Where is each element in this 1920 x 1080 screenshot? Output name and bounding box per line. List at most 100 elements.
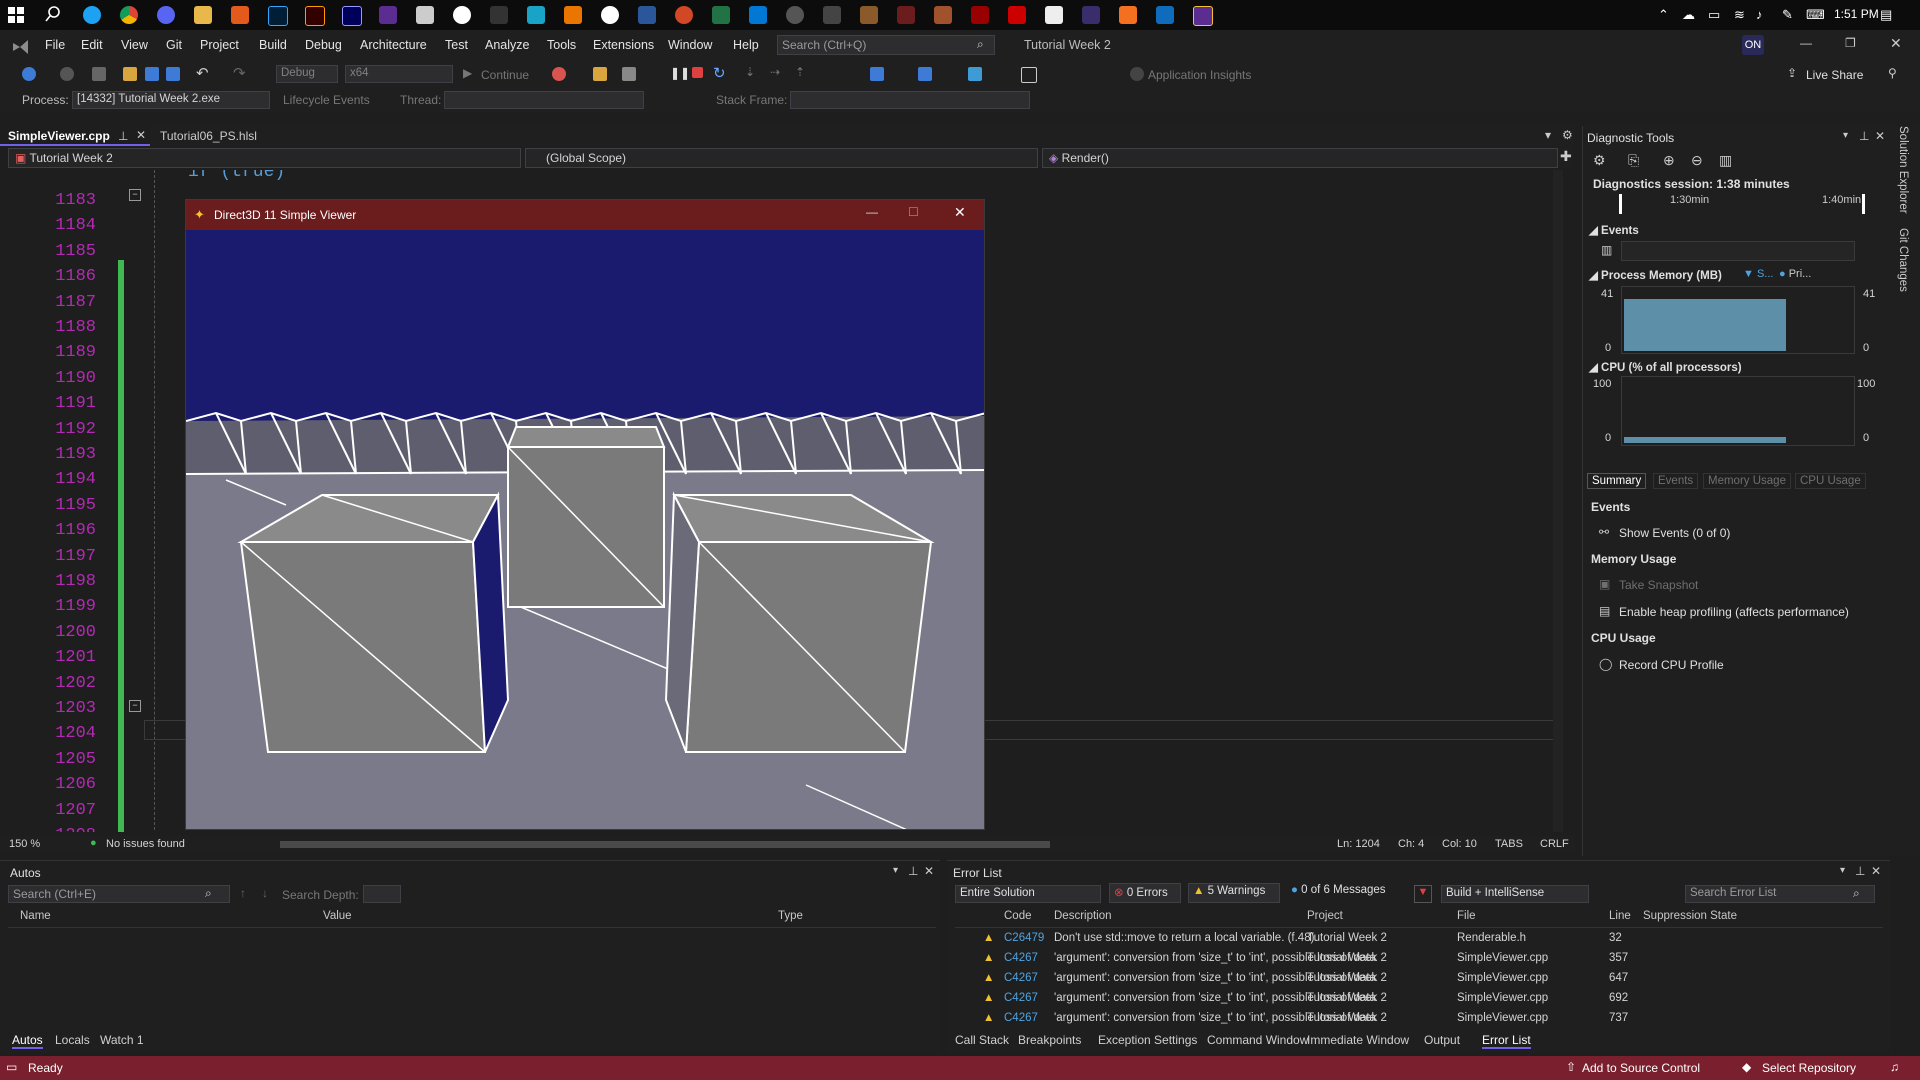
live-share-button[interactable]: Live Share (1806, 68, 1863, 82)
tab-error-list[interactable]: Error List (1482, 1033, 1531, 1049)
tab-autos[interactable]: Autos (12, 1033, 43, 1049)
matlab-icon[interactable] (231, 6, 249, 24)
reset-zoom-icon[interactable]: ▥ (1719, 152, 1732, 169)
tab-solution-explorer[interactable]: Solution Explorer (1897, 126, 1909, 214)
table-row[interactable]: ▲ C4267 'argument': conversion from 'siz… (955, 949, 1883, 969)
snipping-tool-icon[interactable] (416, 6, 434, 24)
table-row[interactable]: ▲ C4267 'argument': conversion from 'siz… (955, 1009, 1883, 1029)
collapse-icon[interactable]: − (129, 189, 141, 201)
blender-icon[interactable] (564, 6, 582, 24)
vertical-scrollbar[interactable] (1553, 170, 1563, 832)
zoom-in-icon[interactable]: ⊕ (1663, 152, 1675, 169)
menu-window[interactable]: Window (668, 38, 712, 52)
menu-git[interactable]: Git (166, 38, 182, 52)
discord-icon[interactable] (157, 6, 175, 24)
menu-file[interactable]: File (45, 38, 65, 52)
github-icon[interactable] (601, 6, 619, 24)
member-select[interactable]: ◈ Render() (1042, 148, 1558, 168)
build-filter-select[interactable]: Build + IntelliSense (1441, 885, 1589, 903)
app-icon[interactable] (527, 6, 545, 24)
save-all-icon[interactable] (166, 67, 180, 81)
cloud-icon[interactable]: ☁ (1682, 7, 1695, 23)
photoshop-icon[interactable] (268, 6, 288, 26)
tab-git-changes[interactable]: Git Changes (1897, 228, 1909, 292)
bookmark-icon[interactable] (1021, 67, 1037, 83)
back-icon[interactable] (22, 67, 36, 81)
enable-heap-profiling-button[interactable]: Enable heap profiling (affects performan… (1619, 605, 1849, 619)
error-code[interactable]: C26479 (1004, 932, 1044, 944)
error-search-input[interactable]: Search Error List (1685, 885, 1875, 903)
tab-call-stack[interactable]: Call Stack (955, 1033, 1009, 1047)
timeline-ruler[interactable]: 1:30min 1:40min (1619, 194, 1865, 214)
tab-simpleviewer-cpp[interactable]: SimpleViewer.cpp ⊥ ✕ (0, 126, 150, 146)
project-select[interactable]: ▣ Tutorial Week 2 (8, 148, 521, 168)
redo-icon[interactable]: ↷ (233, 64, 246, 82)
close-icon[interactable]: ✕ (1875, 129, 1885, 143)
restore-icon[interactable]: ❐ (1845, 36, 1856, 50)
windows-start-icon[interactable] (8, 7, 24, 23)
close-icon[interactable]: ✕ (136, 128, 146, 142)
app-icon-5[interactable] (934, 6, 952, 24)
new-project-icon[interactable] (92, 67, 106, 81)
obs-icon[interactable] (786, 6, 804, 24)
menu-project[interactable]: Project (200, 38, 239, 52)
menu-extensions[interactable]: Extensions (593, 38, 654, 52)
platform-select[interactable]: x64 (345, 65, 453, 83)
stack-frame-select[interactable] (790, 91, 1030, 109)
notifications-icon[interactable]: ♫ (1890, 1060, 1899, 1074)
tab-tutorial06-ps-hlsl[interactable]: Tutorial06_PS.hlsl (152, 126, 292, 146)
menu-view[interactable]: View (121, 38, 148, 52)
add-to-source-control-button[interactable]: Add to Source Control (1582, 1061, 1700, 1075)
menu-debug[interactable]: Debug (305, 38, 342, 52)
thread-icon[interactable] (918, 67, 932, 81)
feedback-icon[interactable]: ⚲ (1888, 66, 1897, 80)
horizontal-scrollbar[interactable] (280, 841, 1050, 848)
diagnostics-icon[interactable] (870, 67, 884, 81)
column-file[interactable]: File (1457, 910, 1476, 922)
app-icon-7[interactable] (1008, 6, 1026, 24)
column-code[interactable]: Code (1004, 910, 1032, 922)
save-icon[interactable] (145, 67, 159, 81)
eol-status[interactable]: CRLF (1540, 838, 1569, 850)
line-number-status[interactable]: Ln: 1204 (1337, 838, 1380, 850)
tab-memory-usage[interactable]: Memory Usage (1703, 473, 1791, 489)
zoom-out-icon[interactable]: ⊖ (1691, 152, 1703, 169)
memory-graph[interactable] (1621, 286, 1855, 354)
wifi-icon[interactable]: ≋ (1734, 7, 1745, 23)
search-icon[interactable] (45, 6, 61, 22)
stop-icon[interactable] (692, 67, 703, 78)
restart-icon[interactable]: ↻ (713, 64, 726, 82)
messages-filter[interactable]: ● 0 of 6 Messages (1287, 883, 1395, 903)
app-icon-6[interactable] (971, 6, 989, 24)
menu-architecture[interactable]: Architecture (360, 38, 427, 52)
column-line[interactable]: Line (1609, 910, 1631, 922)
comment-icon[interactable] (968, 67, 982, 81)
undo-icon[interactable]: ↶ (196, 64, 209, 82)
autos-search-input[interactable]: Search (Ctrl+E) (8, 885, 230, 903)
unreal-engine-icon[interactable] (453, 6, 471, 24)
column-status[interactable]: Col: 10 (1442, 838, 1477, 850)
unity-icon[interactable] (490, 6, 508, 24)
thread-select[interactable] (444, 91, 644, 109)
take-snapshot-button[interactable]: Take Snapshot (1619, 578, 1698, 592)
language-icon[interactable]: ⌨ (1806, 7, 1825, 23)
close-icon[interactable]: ✕ (1890, 35, 1902, 52)
tab-locals[interactable]: Locals (55, 1033, 90, 1047)
minimize-icon[interactable]: — (866, 205, 878, 219)
hot-reload-icon[interactable] (552, 67, 566, 81)
illustrator-icon[interactable] (305, 6, 325, 26)
open-file-icon[interactable] (123, 67, 137, 81)
close-icon[interactable]: ✕ (954, 204, 966, 221)
forward-icon[interactable] (60, 67, 74, 81)
app-insights-button[interactable]: Application Insights (1148, 68, 1251, 82)
continue-icon[interactable]: ▶ (463, 66, 472, 80)
direct3d-app-icon[interactable] (1193, 6, 1213, 26)
step-over-icon[interactable]: ⇢ (770, 65, 780, 79)
minimize-icon[interactable]: — (1800, 36, 1812, 50)
close-icon[interactable]: ✕ (924, 864, 934, 878)
record-cpu-profile-button[interactable]: Record CPU Profile (1619, 658, 1724, 672)
menu-test[interactable]: Test (445, 38, 468, 52)
column-project[interactable]: Project (1307, 910, 1343, 922)
battery-icon[interactable]: ▭ (1708, 7, 1720, 23)
powerpoint-icon[interactable] (675, 6, 693, 24)
